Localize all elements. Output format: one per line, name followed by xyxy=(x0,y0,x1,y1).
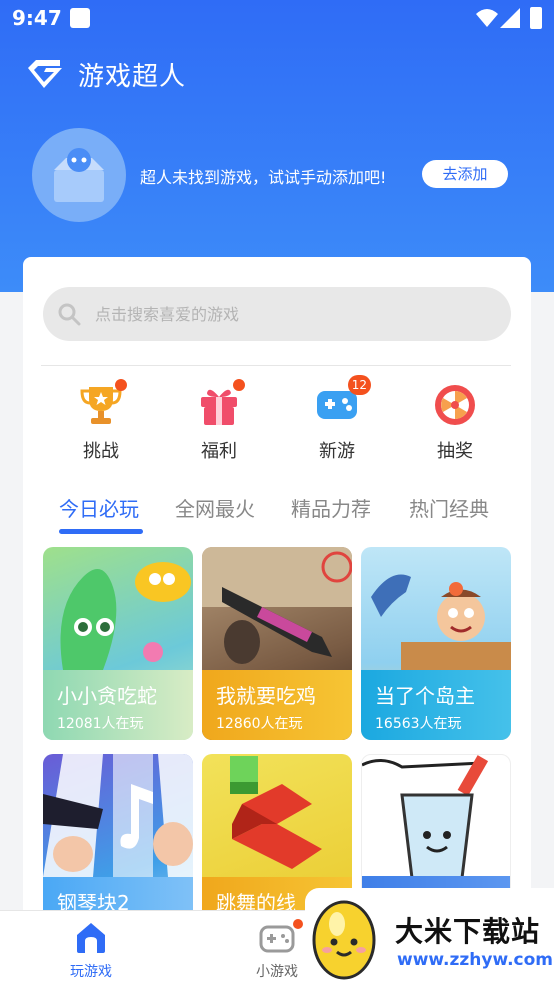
game-info: 我就要吃鸡 12860人在玩 xyxy=(202,670,352,740)
site-watermark: 大米下载站 www.zzhyw.com xyxy=(305,888,554,985)
game-card[interactable]: 小小贪吃蛇 12081人在玩 xyxy=(43,547,193,740)
quick-action-label: 抽奖 xyxy=(437,441,473,462)
game-info: 小小贪吃蛇 12081人在玩 xyxy=(43,670,193,740)
game-thumbnail xyxy=(43,754,193,877)
status-bar: 9:47 xyxy=(0,0,554,38)
search-input[interactable] xyxy=(95,304,475,324)
game-name: 小小贪吃蛇 xyxy=(57,684,157,708)
new-games-count-badge: 12 xyxy=(347,375,371,395)
app-title: 游戏超人 xyxy=(78,61,187,92)
game-info: 当了个岛主 16563人在玩 xyxy=(361,670,511,740)
game-card[interactable]: 当了个岛主 16563人在玩 xyxy=(361,547,511,740)
tab-recommended[interactable]: 精品力荐 xyxy=(291,493,371,522)
quick-action-lottery[interactable]: 抽奖 xyxy=(415,375,495,465)
game-thumbnail xyxy=(202,547,352,664)
search-icon xyxy=(58,303,81,326)
gamepad-icon xyxy=(259,925,295,953)
category-tabs: 今日必玩 全网最火 精品力荐 热门经典 xyxy=(41,493,511,534)
quick-action-challenge[interactable]: 挑战 xyxy=(61,375,141,465)
empty-box-illustration xyxy=(32,128,126,222)
gamepad-box-icon xyxy=(54,148,104,202)
quick-action-label: 新游 xyxy=(319,441,355,462)
rice-mascot-logo xyxy=(312,900,376,980)
active-tab-indicator xyxy=(59,529,143,534)
notification-dot xyxy=(293,919,303,929)
notification-dot xyxy=(115,379,127,391)
game-player-count: 12081人在玩 xyxy=(57,716,144,732)
watermark-url: www.zzhyw.com xyxy=(397,950,554,970)
game-player-count: 16563人在玩 xyxy=(375,716,462,732)
app-logo-icon xyxy=(28,60,62,88)
search-bar[interactable] xyxy=(43,287,511,341)
signal-icon xyxy=(500,8,520,28)
app-bar: 游戏超人 xyxy=(24,56,186,92)
empty-state-message: 超人未找到游戏，试试手动添加吧! xyxy=(140,168,387,187)
game-thumbnail xyxy=(371,574,511,670)
quick-action-label: 福利 xyxy=(201,441,237,462)
notification-dot xyxy=(233,379,245,391)
wifi-icon xyxy=(476,9,498,27)
tab-today-must-play[interactable]: 今日必玩 xyxy=(59,493,139,522)
game-player-count: 12860人在玩 xyxy=(216,716,303,732)
game-thumbnail xyxy=(362,755,489,880)
game-thumbnail xyxy=(60,562,191,670)
nav-play-games[interactable]: 玩游戏 xyxy=(46,921,136,981)
divider xyxy=(41,365,511,366)
sim-card-icon xyxy=(70,8,90,28)
quick-action-welfare[interactable]: 福利 xyxy=(179,375,259,465)
home-icon xyxy=(77,923,105,953)
tab-classics[interactable]: 热门经典 xyxy=(409,493,489,522)
quick-action-new-games[interactable]: 12 新游 xyxy=(297,375,377,465)
lottery-wheel-icon xyxy=(435,385,475,425)
empty-state-banner: 超人未找到游戏，试试手动添加吧! 去添加 xyxy=(32,128,522,223)
game-name: 我就要吃鸡 xyxy=(216,684,316,708)
nav-label: 玩游戏 xyxy=(70,964,112,980)
quick-action-label: 挑战 xyxy=(83,441,119,462)
game-thumbnail xyxy=(230,756,322,869)
add-game-button[interactable]: 去添加 xyxy=(422,160,508,188)
status-time: 9:47 xyxy=(12,6,62,30)
tab-most-popular[interactable]: 全网最火 xyxy=(175,493,255,522)
main-card: 挑战 福利 xyxy=(23,257,531,985)
watermark-title: 大米下载站 xyxy=(395,915,541,948)
game-name: 当了个岛主 xyxy=(375,684,475,708)
quick-actions: 挑战 福利 12 新游 抽奖 xyxy=(43,375,511,465)
battery-icon xyxy=(530,7,542,29)
game-card[interactable]: 我就要吃鸡 12860人在玩 xyxy=(202,547,352,740)
